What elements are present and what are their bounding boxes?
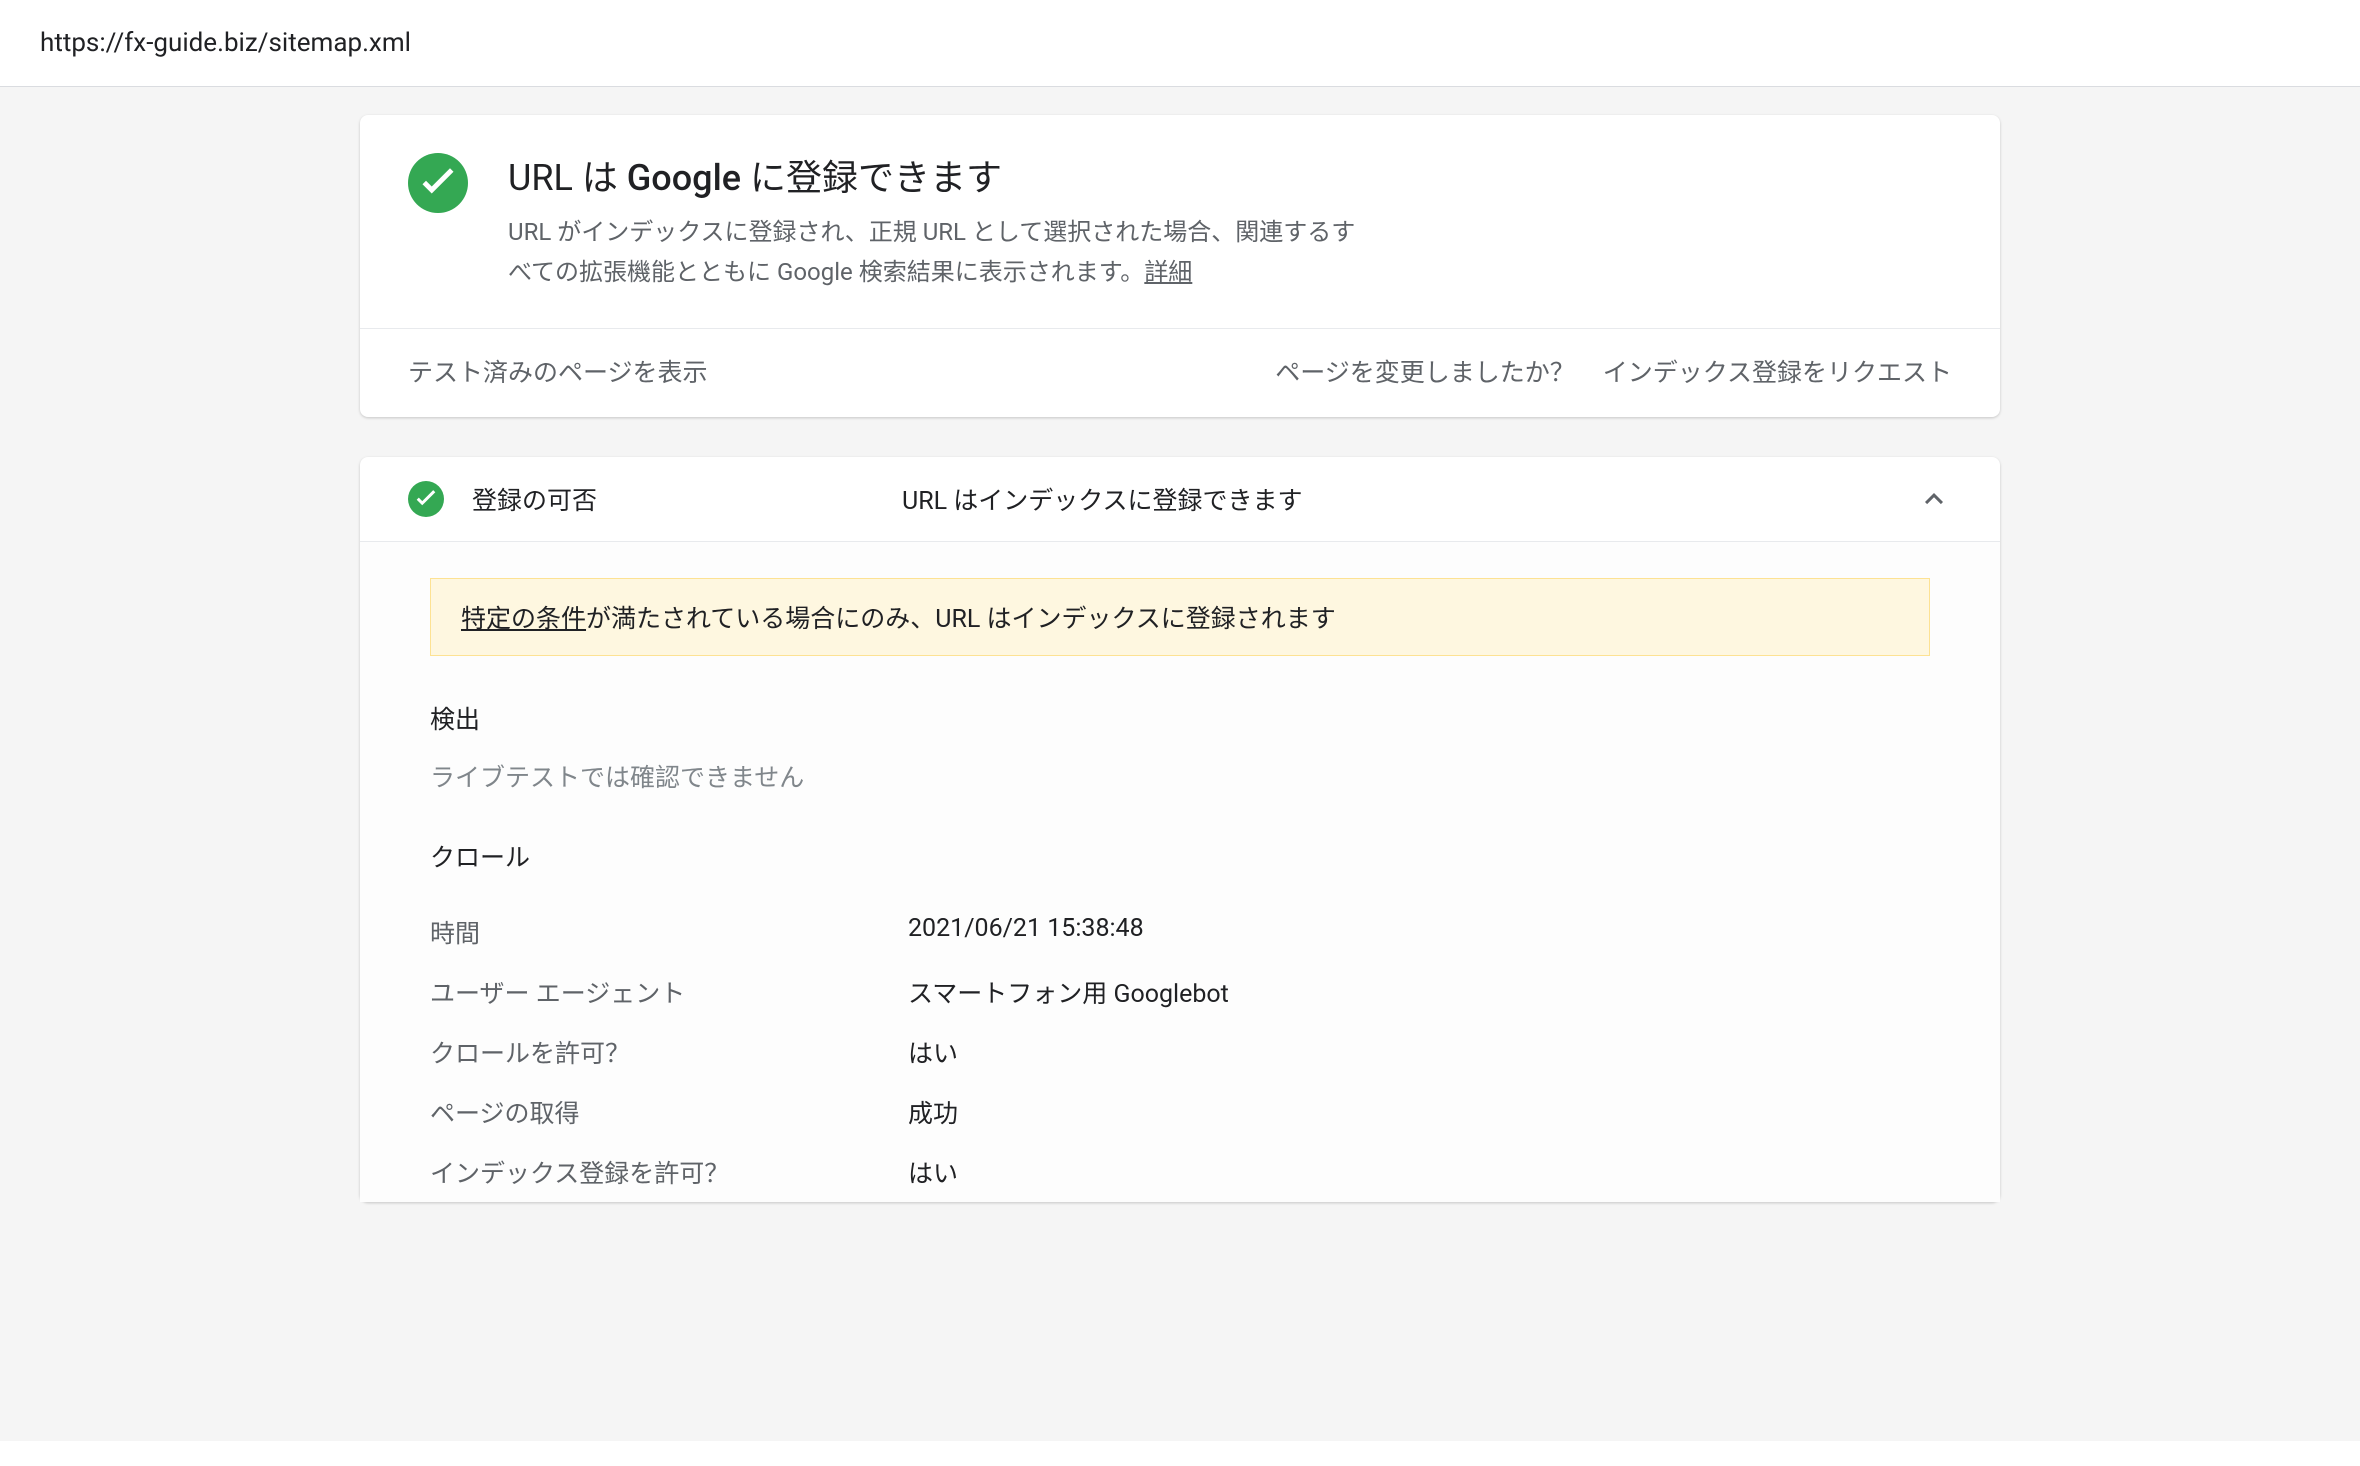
notice-box: 特定の条件が満たされている場合にのみ、URL はインデックスに登録されます	[430, 578, 1930, 656]
kv-val: はい	[908, 1154, 958, 1190]
table-row: ページの取得 成功	[430, 1082, 1930, 1142]
table-row: インデックス登録を許可？ はい	[430, 1142, 1930, 1202]
chevron-up-icon	[1916, 481, 1952, 517]
checkmark-circle-icon	[408, 153, 468, 213]
crawl-kv-list: 時間 2021/06/21 15:38:48 ユーザー エージェント スマートフ…	[430, 902, 1930, 1202]
coverage-value: URL はインデックスに登録できます	[902, 481, 1916, 517]
notice-text: が満たされている場合にのみ、URL はインデックスに登録されます	[586, 605, 1336, 634]
status-text-block: URL は Google に登録できます URL がインデックスに登録され、正規…	[508, 149, 1355, 292]
status-card: URL は Google に登録できます URL がインデックスに登録され、正規…	[360, 115, 2000, 417]
kv-val: 2021/06/21 15:38:48	[908, 914, 1144, 950]
status-desc-line2: べての拡張機能とともに Google 検索結果に表示されます。	[508, 258, 1144, 286]
discovery-section-title: 検出	[430, 700, 1930, 736]
learn-more-link[interactable]: 詳細	[1144, 258, 1192, 286]
card-actions: テスト済みのページを表示 ページを変更しましたか？ インデックス登録をリクエスト	[360, 328, 2000, 417]
status-desc-line1: URL がインデックスに登録され、正規 URL として選択された場合、関連するす	[508, 218, 1355, 246]
status-title: URL は Google に登録できます	[508, 149, 1355, 201]
request-indexing-link[interactable]: インデックス登録をリクエスト	[1603, 353, 1952, 389]
discovery-section-text: ライブテストでは確認できません	[430, 758, 1930, 794]
kv-val: はい	[908, 1034, 958, 1070]
kv-val: 成功	[908, 1094, 958, 1130]
status-description: URL がインデックスに登録され、正規 URL として選択された場合、関連するす…	[508, 213, 1355, 292]
url-text: https://fx-guide.biz/sitemap.xml	[40, 28, 411, 58]
status-header: URL は Google に登録できます URL がインデックスに登録され、正規…	[360, 115, 2000, 328]
coverage-label: 登録の可否	[472, 481, 902, 517]
table-row: ユーザー エージェント スマートフォン用 Googlebot	[430, 962, 1930, 1022]
status-title-suffix: に登録できます	[741, 157, 1002, 199]
coverage-body: 特定の条件が満たされている場合にのみ、URL はインデックスに登録されます 検出…	[360, 542, 2000, 1202]
kv-key: 時間	[430, 914, 908, 950]
table-row: クロールを許可？ はい	[430, 1022, 1930, 1082]
crawl-section-title: クロール	[430, 838, 1930, 874]
kv-key: クロールを許可？	[430, 1034, 908, 1070]
coverage-card: 登録の可否 URL はインデックスに登録できます 特定の条件が満たされている場合…	[360, 457, 2000, 1202]
content-area: URL は Google に登録できます URL がインデックスに登録され、正規…	[0, 87, 2360, 1441]
kv-key: ユーザー エージェント	[430, 974, 908, 1010]
url-bar: https://fx-guide.biz/sitemap.xml	[0, 0, 2360, 87]
kv-val: スマートフォン用 Googlebot	[908, 974, 1229, 1010]
table-row: 時間 2021/06/21 15:38:48	[430, 902, 1930, 962]
status-title-bold: Google	[627, 157, 741, 199]
kv-key: インデックス登録を許可？	[430, 1154, 908, 1190]
status-title-prefix: URL は	[508, 157, 627, 199]
coverage-header[interactable]: 登録の可否 URL はインデックスに登録できます	[360, 457, 2000, 542]
page-changed-link[interactable]: ページを変更しましたか？	[1275, 353, 1575, 389]
checkmark-circle-icon	[408, 481, 444, 517]
view-tested-page-link[interactable]: テスト済みのページを表示	[408, 353, 708, 389]
kv-key: ページの取得	[430, 1094, 908, 1130]
notice-conditions-link[interactable]: 特定の条件	[461, 605, 586, 634]
